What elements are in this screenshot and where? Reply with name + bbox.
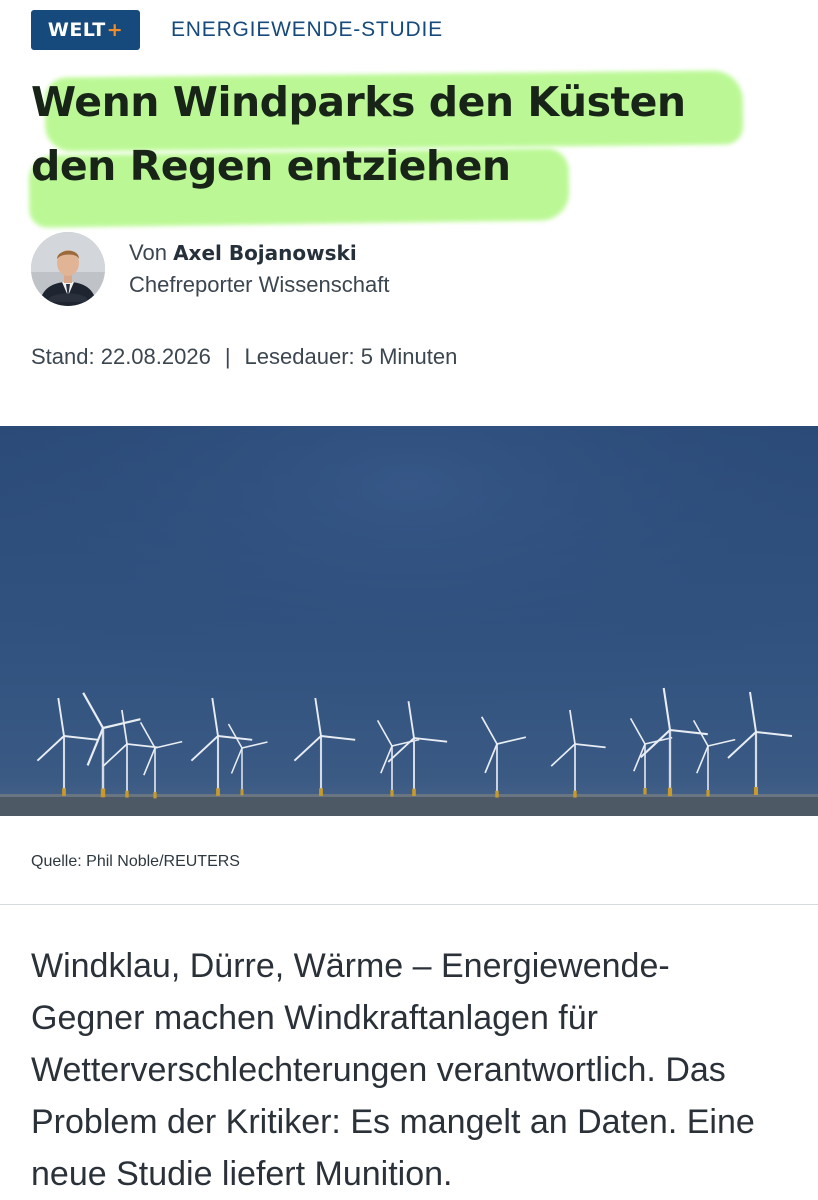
author-portrait-image (31, 232, 105, 306)
article-meta: Stand: 22.08.2026 | Lesedauer: 5 Minuten (31, 344, 457, 370)
article-header: WELT + ENERGIEWENDE-STUDIE (31, 10, 443, 50)
meta-separator: | (224, 344, 231, 369)
headline-block: Wenn Windparks den Küsten den Regen entz… (28, 66, 791, 228)
logo-plus: + (106, 19, 124, 41)
article-headline: Wenn Windparks den Küsten den Regen entz… (31, 66, 791, 198)
reading-time: Lesedauer: 5 Minuten (244, 344, 458, 369)
byline: Von Axel Bojanowski (129, 237, 389, 269)
headline-line-2: den Regen entziehen (31, 142, 511, 190)
author-avatar[interactable] (31, 232, 105, 306)
author-role: Chefreporter Wissenschaft (129, 272, 390, 297)
author-block: Von Axel Bojanowski Chefreporter Wissens… (31, 232, 389, 306)
welt-plus-logo[interactable]: WELT + (31, 10, 140, 50)
author-text: Von Axel Bojanowski Chefreporter Wissens… (129, 237, 389, 301)
headline-line-1: Wenn Windparks den Küsten (31, 78, 686, 126)
publish-date: Stand: 22.08.2026 (31, 344, 211, 369)
logo-text: WELT (47, 19, 106, 41)
author-name[interactable]: Axel Bojanowski (173, 241, 357, 265)
section-kicker[interactable]: ENERGIEWENDE-STUDIE (171, 18, 443, 42)
byline-prefix: Von (129, 240, 167, 265)
image-caption: Quelle: Phil Noble/REUTERS (31, 853, 240, 870)
divider (0, 904, 818, 905)
hero-image-offshore-windpark[interactable] (0, 426, 818, 816)
article-teaser: Windklau, Dürre, Wärme – Energiewende-Ge… (31, 947, 755, 1193)
